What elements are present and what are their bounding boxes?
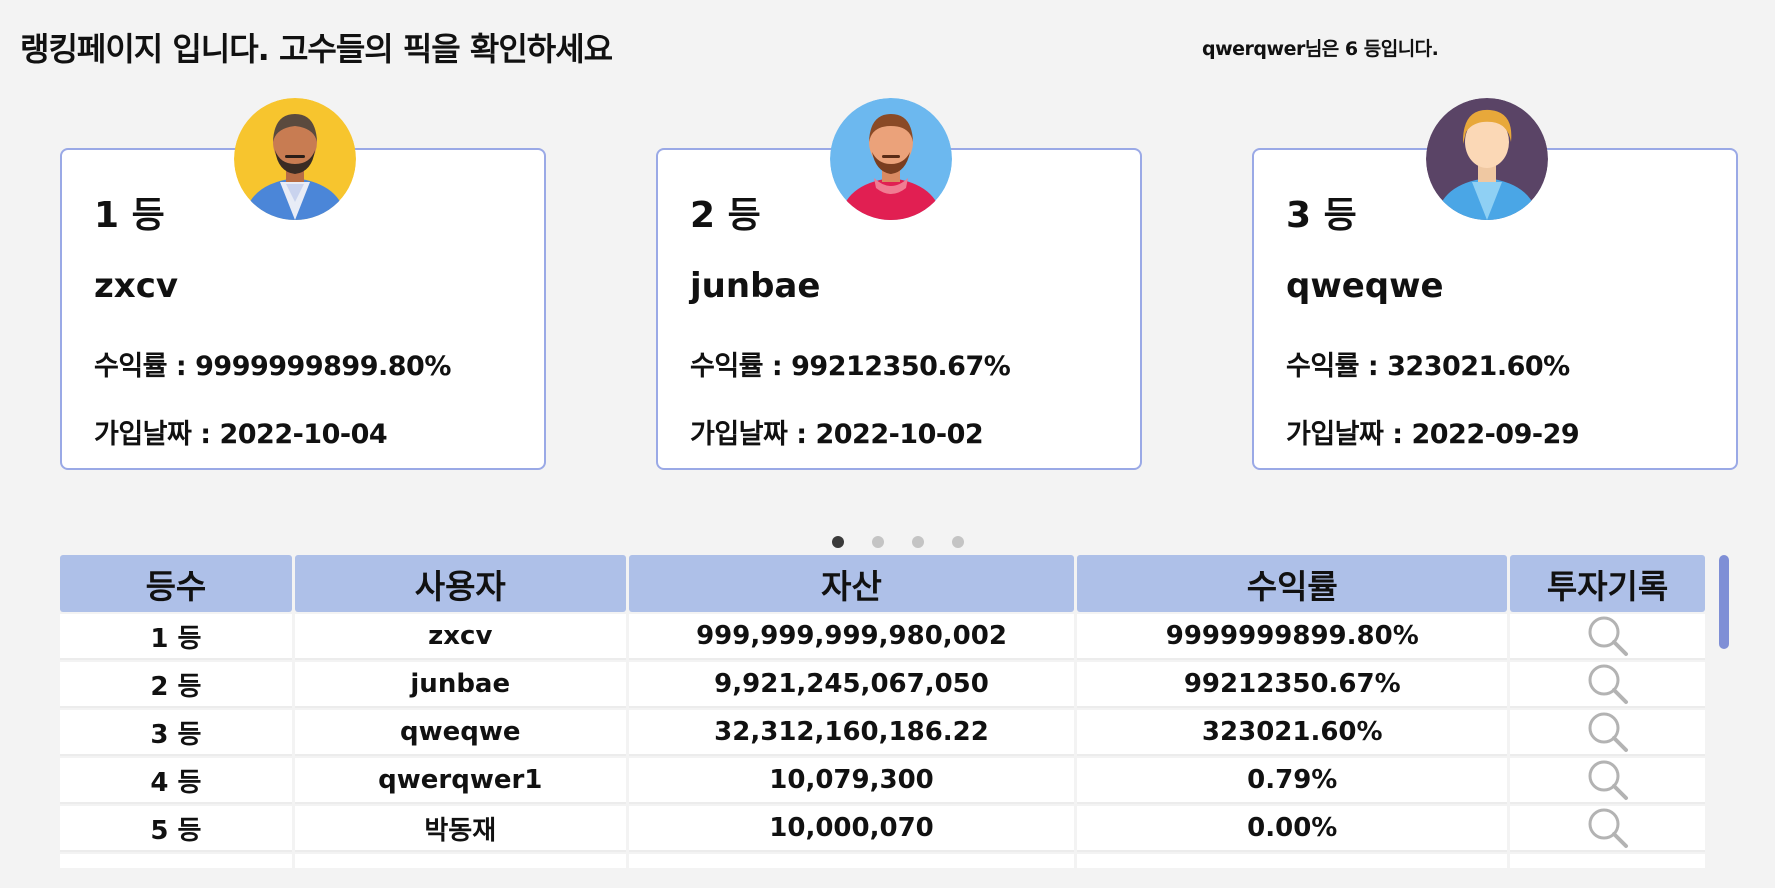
table-scrollbar[interactable] [1719,555,1729,868]
carousel-pagination [832,536,964,548]
carousel-dot-2[interactable] [872,536,884,548]
row-record-cut [1510,854,1705,868]
row-user-cut [294,854,626,868]
row-user: qweqwe [294,710,626,756]
row-return-rate: 0.00% [1077,806,1508,852]
header-rank: 등수 [60,555,292,612]
card-rank: 2 등 [690,195,761,236]
card-rank: 3 등 [1286,195,1357,236]
row-asset: 999,999,999,980,002 [628,614,1075,660]
card-return-rate: 수익률 : 99212350.67% [690,351,1011,382]
invest-record-button[interactable] [1510,758,1705,804]
row-rank: 2 등 [60,662,292,708]
carousel-dot-3[interactable] [912,536,924,548]
ranking-table: 등수 사용자 자산 수익률 투자기록 1 등 zxcv 999,999,999,… [60,555,1725,868]
scrollbar-thumb[interactable] [1719,555,1729,649]
card-return-rate: 수익률 : 9999999899.80% [94,351,451,382]
search-icon [1588,712,1628,752]
avatar [234,98,356,220]
row-user: 박동재 [294,806,626,852]
invest-record-button[interactable] [1510,710,1705,756]
search-icon [1588,808,1628,848]
avatar [830,98,952,220]
table-row: 2 등 junbae 9,921,245,067,050 99212350.67… [60,662,1708,708]
table-row: 4 등 qwerqwer1 10,079,300 0.79% [60,758,1708,804]
search-icon [1588,616,1628,656]
row-asset: 32,312,160,186.22 [628,710,1075,756]
row-user: junbae [294,662,626,708]
row-asset: 10,079,300 [628,758,1075,804]
card-username: qweqwe [1286,266,1444,306]
man-blond-purple-bg-icon [1426,98,1548,220]
row-rank-cut [60,854,292,868]
header-return-rate: 수익률 [1077,555,1508,612]
top-rank-card-1[interactable]: 1 등 zxcv 수익률 : 9999999899.80% 가입날짜 : 202… [60,98,546,470]
row-return-rate: 323021.60% [1077,710,1508,756]
table-row: 3 등 qweqwe 32,312,160,186.22 323021.60% [60,710,1708,756]
row-rank: 5 등 [60,806,292,852]
table-row: 5 등 박동재 10,000,070 0.00% [60,806,1708,852]
card-return-rate: 수익률 : 323021.60% [1286,351,1570,382]
row-user: zxcv [294,614,626,660]
my-rank-text: qwerqwer님은 6 등입니다. [1202,38,1439,60]
ranking-page: 랭킹페이지 입니다. 고수들의 픽을 확인하세요 qwerqwer님은 6 등입… [0,0,1775,888]
carousel-dot-1[interactable] [832,536,844,548]
card-join-date: 가입날짜 : 2022-09-29 [1286,419,1580,450]
row-rank: 3 등 [60,710,292,756]
man-beard-blue-bg-icon [830,98,952,220]
header-invest-record: 투자기록 [1510,555,1705,612]
table-row-partial [60,854,1708,868]
header-asset: 자산 [628,555,1075,612]
man-beard-yellow-bg-icon [234,98,356,220]
invest-record-button[interactable] [1510,614,1705,660]
page-title: 랭킹페이지 입니다. 고수들의 픽을 확인하세요 [20,30,613,68]
row-return-rate: 0.79% [1077,758,1508,804]
row-asset: 10,000,070 [628,806,1075,852]
header-user: 사용자 [294,555,626,612]
top-rank-card-3[interactable]: 3 등 qweqwe 수익률 : 323021.60% 가입날짜 : 2022-… [1252,98,1738,470]
table-row: 1 등 zxcv 999,999,999,980,002 9999999899.… [60,614,1708,660]
row-rank: 1 등 [60,614,292,660]
card-username: zxcv [94,266,179,306]
card-username: junbae [690,266,821,306]
row-return-rate: 99212350.67% [1077,662,1508,708]
search-icon [1588,664,1628,704]
carousel-dot-4[interactable] [952,536,964,548]
invest-record-button[interactable] [1510,662,1705,708]
row-asset: 9,921,245,067,050 [628,662,1075,708]
row-rate-cut [1077,854,1508,868]
top-rank-card-2[interactable]: 2 등 junbae 수익률 : 99212350.67% 가입날짜 : 202… [656,98,1142,470]
card-join-date: 가입날짜 : 2022-10-04 [94,419,388,450]
table-header: 등수 사용자 자산 수익률 투자기록 [60,555,1708,612]
search-icon [1588,760,1628,800]
row-return-rate: 9999999899.80% [1077,614,1508,660]
row-user: qwerqwer1 [294,758,626,804]
avatar [1426,98,1548,220]
row-rank: 4 등 [60,758,292,804]
card-join-date: 가입날짜 : 2022-10-02 [690,419,984,450]
row-asset-cut [628,854,1075,868]
card-rank: 1 등 [94,195,165,236]
invest-record-button[interactable] [1510,806,1705,852]
